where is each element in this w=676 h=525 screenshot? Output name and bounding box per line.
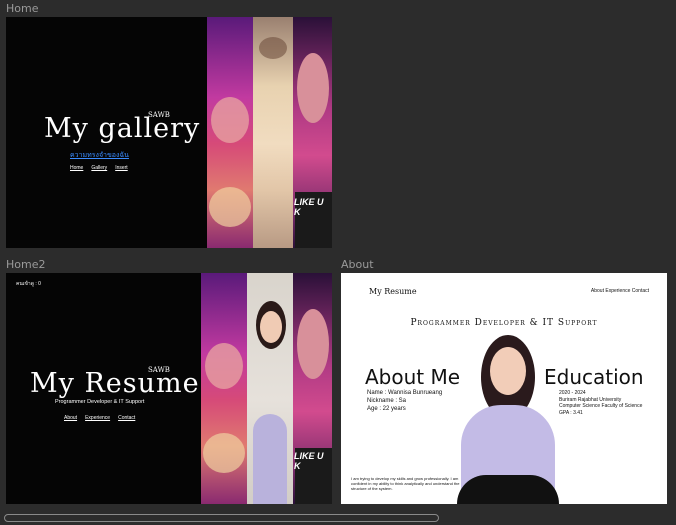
photo-strip-1 bbox=[207, 17, 253, 248]
horizontal-scrollbar[interactable] bbox=[4, 514, 439, 522]
nav-about-link[interactable]: About bbox=[64, 415, 77, 421]
eye-shape bbox=[259, 37, 287, 59]
home-frame[interactable]: SAWB My gallery ความทรงจำของฉัน Home Gal… bbox=[6, 17, 332, 248]
resume-title: My Resume bbox=[30, 368, 200, 399]
uniform-shape bbox=[253, 414, 287, 504]
edu-years: 2020 - 2024 bbox=[559, 390, 586, 396]
face-shape bbox=[260, 311, 282, 343]
role-heading: Programmer Developer & IT Support bbox=[410, 318, 598, 328]
photo-strip-3: LIKE U K bbox=[293, 273, 332, 504]
face-shape bbox=[297, 309, 329, 379]
home2-frame[interactable]: คนเข้าดู : 0 SAWB My Resume Programmer D… bbox=[6, 273, 332, 504]
name-line: Name : Wannisa Bunrueang bbox=[367, 390, 443, 396]
face-shape bbox=[209, 187, 251, 227]
home2-nav: About Experience Contact bbox=[64, 415, 135, 421]
age-line: Age : 22 years bbox=[367, 406, 406, 412]
photo-strip-2 bbox=[253, 17, 293, 248]
about-nav[interactable]: About Experience Contact bbox=[591, 288, 649, 294]
nav-contact-link[interactable]: Contact bbox=[118, 415, 135, 421]
face-shape bbox=[297, 53, 329, 123]
resume-logo[interactable]: My Resume bbox=[369, 287, 417, 296]
nav-experience-link[interactable]: Experience bbox=[85, 415, 110, 421]
nickname-line: Nickname : Sa bbox=[367, 398, 407, 404]
shirt-text: LIKE U K bbox=[294, 197, 324, 217]
visitor-counter: คนเข้าดู : 0 bbox=[16, 281, 41, 287]
home-nav: Home Gallery Insert bbox=[70, 165, 128, 171]
shirt-text: LIKE U K bbox=[294, 451, 324, 471]
bio-text: I am trying to develop my skills and gro… bbox=[351, 476, 460, 491]
gallery-title: My gallery bbox=[44, 113, 201, 144]
about-frame[interactable]: My Resume About Experience Contact Progr… bbox=[341, 273, 667, 504]
nav-home-link[interactable]: Home bbox=[70, 165, 83, 171]
edu-faculty: Computer Science Faculty of Science bbox=[559, 403, 643, 409]
thai-memory-link[interactable]: ความทรงจำของฉัน bbox=[70, 150, 129, 161]
face-shape bbox=[205, 343, 243, 389]
frame-label-home[interactable]: Home bbox=[6, 2, 38, 15]
about-me-title: About Me bbox=[365, 365, 461, 389]
face-shape bbox=[490, 347, 526, 395]
photo-strip-3: LIKE U K bbox=[293, 17, 332, 248]
face-shape bbox=[203, 433, 245, 473]
skirt-shape bbox=[457, 475, 559, 504]
photo-strip-1 bbox=[201, 273, 247, 504]
face-shape bbox=[211, 97, 249, 143]
resume-subtitle: Programmer Developer & IT Support bbox=[55, 399, 145, 405]
frame-label-about[interactable]: About bbox=[341, 258, 374, 271]
portrait-strip bbox=[247, 273, 293, 504]
nav-insert-link[interactable]: Insert bbox=[115, 165, 128, 171]
frame-label-home2[interactable]: Home2 bbox=[6, 258, 45, 271]
nav-gallery-link[interactable]: Gallery bbox=[91, 165, 107, 171]
